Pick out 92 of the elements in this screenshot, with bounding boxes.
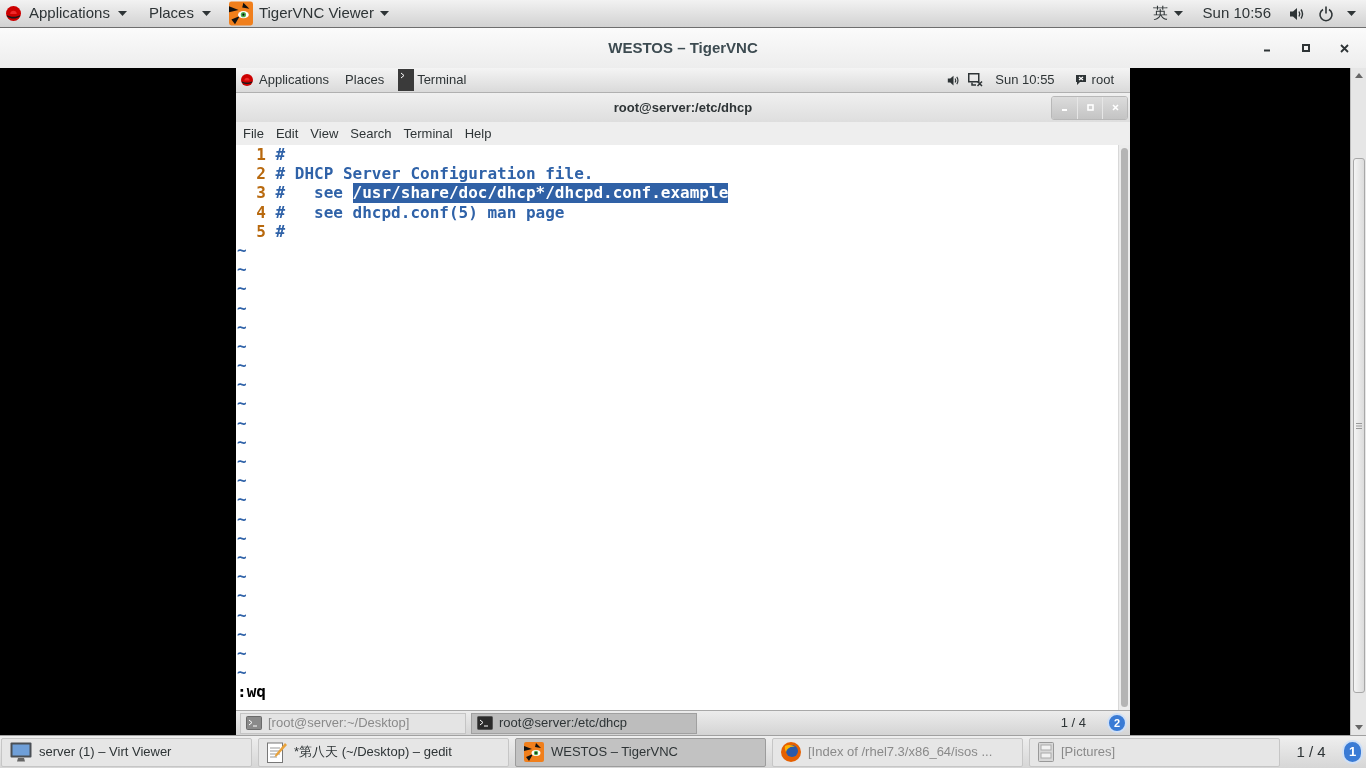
- close-icon: [1111, 104, 1119, 111]
- empty-line-marker: ~: [237, 547, 247, 567]
- code-text: # see dhcpd.conf(5) man page: [275, 202, 565, 222]
- empty-line-marker: ~: [237, 663, 247, 683]
- line-number: 5: [256, 221, 266, 241]
- empty-line-marker: ~: [237, 624, 247, 644]
- caret-icon: [117, 11, 127, 16]
- terminal-icon: [477, 716, 493, 730]
- code-text: #: [275, 145, 286, 165]
- empty-line-marker: ~: [237, 586, 247, 606]
- code-text: # see: [275, 183, 344, 203]
- clock[interactable]: Sun 10:55: [993, 68, 1057, 92]
- clock[interactable]: Sun 10:56: [1200, 0, 1273, 27]
- empty-line-marker: ~: [237, 260, 247, 280]
- monitor-icon: [10, 742, 32, 762]
- up-arrow-icon: [1354, 73, 1363, 78]
- caret-icon: [201, 11, 211, 16]
- places-menu[interactable]: Places: [146, 0, 213, 27]
- hat-icon: [6, 6, 21, 21]
- input-method-menu[interactable]: 英: [1150, 0, 1185, 27]
- empty-line-marker: ~: [237, 528, 247, 548]
- network-monitor-icon: [968, 73, 984, 87]
- grip-icon: [1355, 421, 1362, 430]
- menu-item[interactable]: Search: [344, 122, 398, 145]
- line-number: 2: [256, 164, 266, 184]
- terminal-title: root@server:/etc/dhcp: [613, 98, 753, 117]
- close-icon: [1340, 43, 1349, 53]
- empty-line-marker: ~: [237, 605, 247, 625]
- maximize-icon: [1301, 44, 1310, 52]
- window-title: WESTOS – TigerVNC: [608, 37, 758, 58]
- command-line: :wq: [237, 682, 266, 702]
- empty-line-marker: ~: [237, 509, 247, 529]
- minimize-button[interactable]: [1052, 96, 1077, 119]
- terminal-icon: [398, 69, 415, 91]
- line-number: 3: [256, 183, 266, 203]
- code-text: # DHCP Server Configuration file.: [275, 164, 594, 184]
- app-menu[interactable]: Terminal: [398, 68, 467, 92]
- caret-icon: [379, 11, 389, 16]
- workspace-indicator[interactable]: 1: [1342, 740, 1363, 764]
- empty-line-marker: ~: [237, 471, 247, 491]
- empty-line-marker: ~: [237, 413, 247, 433]
- app-menu[interactable]: TigerVNC Viewer: [228, 0, 389, 27]
- empty-line-marker: ~: [237, 394, 247, 414]
- menu-item[interactable]: Edit: [269, 122, 305, 145]
- code-text: /usr/share/doc/dhcp*/dhcpd.conf.example: [352, 183, 729, 203]
- chat-bubble-icon: [1074, 74, 1087, 86]
- menu-item[interactable]: View: [304, 122, 345, 145]
- menu-item[interactable]: File: [237, 122, 270, 145]
- line-number: 1: [256, 145, 266, 164]
- empty-line-marker: ~: [237, 356, 247, 376]
- workspace-switcher[interactable]: 1 / 4: [1054, 712, 1092, 734]
- caret-icon: [1173, 11, 1183, 16]
- volume-icon: [947, 73, 961, 87]
- empty-line-marker: ~: [237, 336, 247, 356]
- empty-line-marker: ~: [237, 452, 247, 471]
- power-icon: [1318, 5, 1334, 22]
- globe-icon: [781, 742, 801, 762]
- terminal-icon: [246, 716, 262, 730]
- menu-item[interactable]: Terminal: [397, 122, 459, 145]
- empty-line-marker: ~: [237, 279, 247, 299]
- tiger-face-icon: [524, 742, 544, 762]
- empty-line-marker: ~: [237, 643, 247, 663]
- menu-item[interactable]: Help: [458, 122, 498, 145]
- empty-line-marker: ~: [237, 298, 247, 318]
- workspace-switcher[interactable]: 1 / 4: [1286, 737, 1336, 767]
- empty-line-marker: ~: [237, 490, 247, 510]
- taskbar-task[interactable]: server (1) – Virt Viewer: [1, 737, 252, 767]
- user-menu[interactable]: root: [1072, 68, 1116, 92]
- taskbar-task[interactable]: *第八天 (~/Desktop) – gedit: [258, 737, 509, 767]
- scrollbar-thumb[interactable]: [1352, 158, 1365, 693]
- empty-line-marker: ~: [237, 240, 247, 260]
- places-menu[interactable]: Places: [343, 68, 387, 92]
- empty-line-marker: ~: [237, 432, 247, 452]
- applications-menu[interactable]: Applications: [0, 0, 135, 27]
- volume-icon: [1289, 5, 1305, 22]
- line-number: 4: [256, 202, 266, 222]
- taskbar-task[interactable]: root@server:/etc/dhcp: [471, 712, 697, 734]
- caret-icon: [1347, 11, 1356, 16]
- code-text: #: [275, 221, 286, 241]
- maximize-icon: [1086, 104, 1094, 111]
- scrollbar[interactable]: [1350, 68, 1366, 735]
- hat-icon: [241, 74, 253, 86]
- workspace-indicator[interactable]: 2: [1107, 713, 1127, 733]
- file-cabinet-icon: [1038, 742, 1054, 762]
- empty-line-marker: ~: [237, 375, 247, 395]
- taskbar-task[interactable]: WESTOS – TigerVNC: [515, 737, 766, 767]
- tiger-face-icon: [228, 0, 253, 27]
- down-arrow-icon: [1354, 725, 1363, 730]
- empty-line-marker: ~: [237, 567, 247, 587]
- notepad-pencil-icon: [267, 741, 287, 763]
- applications-menu[interactable]: Applications: [236, 68, 334, 92]
- empty-line-marker: ~: [237, 317, 247, 337]
